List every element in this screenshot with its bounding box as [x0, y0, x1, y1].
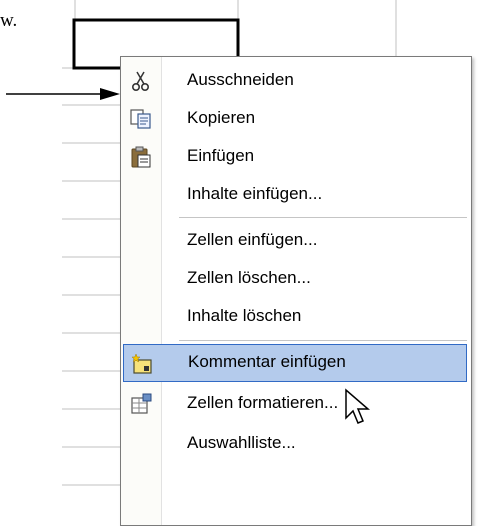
format-cells-icon — [129, 392, 153, 416]
menu-item-clear-contents[interactable]: Inhalte löschen — [123, 298, 467, 336]
menu-item-paste[interactable]: Einfügen — [123, 138, 467, 176]
menu-item-label: Kopieren — [187, 108, 256, 127]
menu-item-delete-cells[interactable]: Zellen löschen... — [123, 260, 467, 298]
mouse-cursor-icon — [345, 388, 371, 424]
menu-item-label: Einfügen — [187, 146, 255, 165]
menu-item-copy[interactable]: Kopieren — [123, 100, 467, 138]
menu-separator — [179, 217, 467, 218]
copy-icon — [129, 107, 153, 131]
insert-comment-icon — [130, 352, 154, 376]
menu-item-paste-special[interactable]: Inhalte einfügen... — [123, 176, 467, 214]
menu-item-insert-cells[interactable]: Zellen einfügen... — [123, 222, 467, 260]
menu-item-label: Inhalte einfügen... — [187, 184, 323, 203]
scissors-icon — [129, 69, 153, 93]
menu-item-insert-comment[interactable]: Kommentar einfügen — [123, 344, 467, 382]
menu-item-label: Kommentar einfügen — [188, 352, 346, 371]
menu-item-label: Zellen formatieren... — [187, 393, 339, 412]
context-menu: Ausschneiden Kopieren Einfügen Inhalte e… — [120, 56, 472, 526]
menu-item-cut[interactable]: Ausschneiden — [123, 62, 467, 100]
paste-icon — [129, 145, 153, 169]
menu-item-label: Zellen löschen... — [187, 268, 311, 287]
menu-item-label: Ausschneiden — [187, 70, 294, 89]
menu-item-format-cells[interactable]: Zellen formatieren... — [123, 385, 467, 423]
menu-item-label: Auswahlliste... — [187, 433, 296, 452]
menu-item-label: Zellen einfügen... — [187, 230, 318, 249]
menu-item-label: Inhalte löschen — [187, 306, 302, 325]
menu-separator — [179, 340, 467, 341]
menu-item-pick-list[interactable]: Auswahlliste... — [123, 425, 467, 463]
